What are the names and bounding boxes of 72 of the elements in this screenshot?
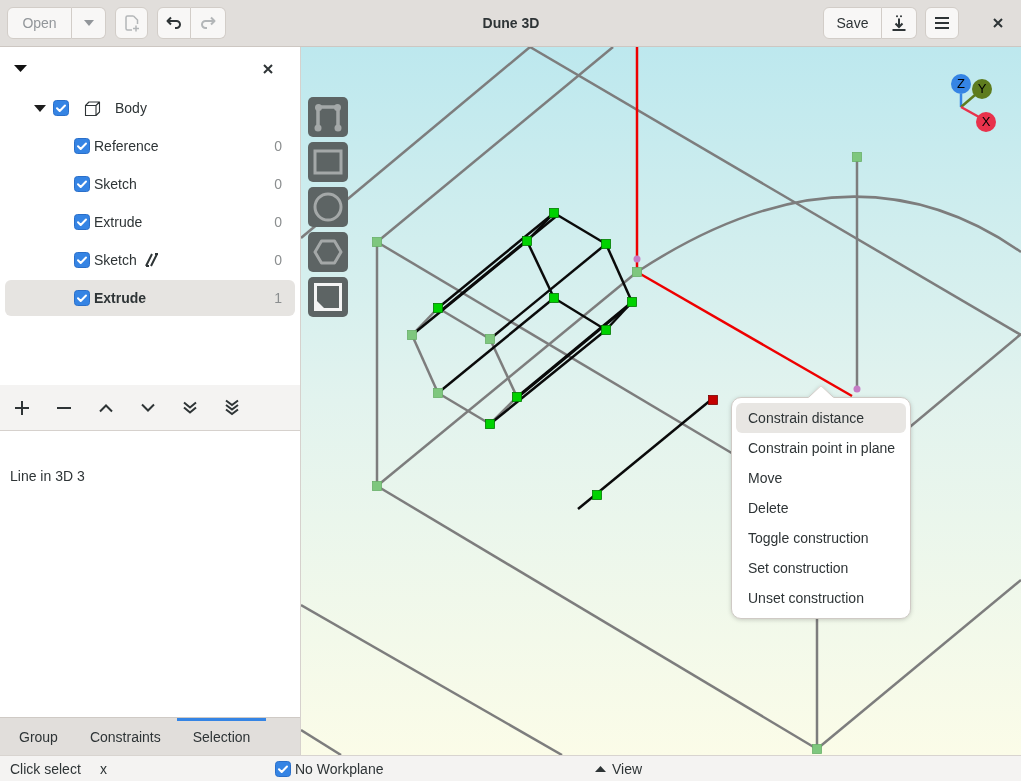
- cube-icon: [84, 99, 101, 117]
- download-icon: [891, 15, 907, 31]
- tree-row[interactable]: Extrude 1: [5, 280, 295, 316]
- menu-item[interactable]: Constrain point in plane: [736, 433, 906, 463]
- workplane-tool-button[interactable]: [308, 277, 348, 317]
- selection-info: Line in 3D 3: [10, 468, 85, 484]
- document-plus-icon: [124, 14, 139, 32]
- checkbox-label: No Workplane: [295, 760, 384, 777]
- tree-row[interactable]: Sketch 0: [5, 166, 295, 202]
- axis-label[interactable]: Y: [972, 79, 992, 99]
- menu-icon: [934, 16, 950, 30]
- double-chevron-down-icon: [182, 400, 198, 415]
- tab[interactable]: Group: [3, 718, 74, 755]
- tree-row[interactable]: Extrude 0: [5, 204, 295, 240]
- arch-path-icon: [312, 101, 344, 133]
- redo-icon: [200, 16, 216, 30]
- export-button[interactable]: [882, 7, 917, 39]
- caret-down-icon: [83, 20, 94, 26]
- group-name: Body: [115, 100, 147, 116]
- item-count: 0: [274, 176, 282, 192]
- save-button[interactable]: Save: [823, 7, 882, 39]
- menu-item[interactable]: Set construction: [736, 553, 906, 583]
- caret-up-icon: [595, 765, 606, 772]
- item-count: 0: [274, 138, 282, 154]
- polygon-tool-button[interactable]: [308, 232, 348, 272]
- tab[interactable]: Constraints: [73, 718, 177, 755]
- polyline-tool-button[interactable]: [308, 97, 348, 137]
- view-button[interactable]: View: [595, 760, 643, 777]
- circle-tool-button[interactable]: [308, 187, 348, 227]
- axis-label[interactable]: Z: [951, 74, 971, 94]
- checkbox[interactable]: [74, 138, 90, 154]
- window-title: Dune 3D: [482, 15, 540, 31]
- group-name: Extrude: [94, 290, 147, 306]
- item-count: 1: [274, 290, 282, 306]
- group-name: Reference: [94, 138, 159, 154]
- tree-row[interactable]: Body: [5, 90, 295, 126]
- tree-row[interactable]: Sketch 0: [5, 242, 295, 278]
- checkbox[interactable]: [275, 760, 291, 777]
- menu-item[interactable]: Constrain distance: [736, 403, 906, 433]
- menu-item[interactable]: Delete: [736, 493, 906, 523]
- checkbox[interactable]: [53, 100, 69, 116]
- plus-icon: [14, 399, 30, 416]
- circle-icon: [312, 191, 344, 223]
- main-menu-button[interactable]: [925, 7, 959, 39]
- axis-lines: [959, 94, 980, 119]
- tree-row[interactable]: Reference 0: [5, 128, 295, 164]
- square-corner-icon: [312, 281, 344, 313]
- group-name: Extrude: [94, 214, 143, 230]
- group-name: Sketch: [94, 252, 137, 268]
- group-name: Sketch: [94, 176, 137, 192]
- undo-icon: [166, 16, 182, 30]
- menu-item[interactable]: Move: [736, 463, 906, 493]
- status-hint: x: [100, 760, 108, 777]
- triple-chevron-down-icon: [224, 399, 240, 416]
- status-mode: Click select: [10, 760, 82, 777]
- menu-item[interactable]: Toggle construction: [736, 523, 906, 553]
- checkbox[interactable]: [74, 290, 90, 306]
- checkbox[interactable]: [74, 176, 90, 192]
- item-count: 0: [274, 214, 282, 230]
- minus-icon: [56, 406, 72, 409]
- chevron-down-icon: [140, 402, 156, 413]
- checkbox[interactable]: [74, 252, 90, 268]
- undo-button[interactable]: [157, 7, 191, 39]
- menu-item[interactable]: Unset construction: [736, 583, 906, 613]
- chevron-up-icon: [98, 402, 114, 413]
- item-count: 0: [274, 252, 282, 268]
- rectangle-tool-button[interactable]: [308, 142, 348, 182]
- close-icon[interactable]: [263, 63, 273, 74]
- close-icon: [993, 18, 1003, 28]
- axis-label[interactable]: X: [976, 112, 996, 132]
- caret-down-icon[interactable]: [14, 65, 27, 72]
- checkbox[interactable]: [74, 214, 90, 230]
